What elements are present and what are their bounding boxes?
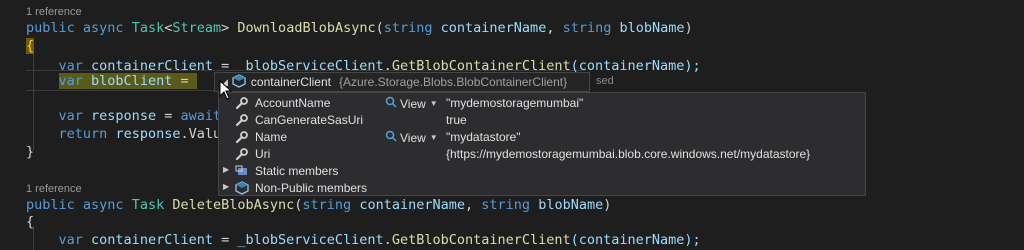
codelens-references[interactable]: 1 reference xyxy=(26,183,82,195)
datatip-variable-name: containerClient xyxy=(250,75,331,89)
member-value[interactable]: {https://mydemostoragemumbai.blob.core.w… xyxy=(446,147,810,161)
code-line-return[interactable]: return response.Valu xyxy=(26,126,222,143)
view-visualizer-button[interactable]: View ▼ xyxy=(385,96,438,111)
datatip-members-panel: AccountName View ▼ "mydemostoragemumbai" Can… xyxy=(218,92,866,196)
mouse-pointer-icon xyxy=(219,79,233,104)
datatip-header[interactable]: ◢ containerClient {Azure.Storage.Blobs.B… xyxy=(214,72,590,92)
datatip-member-row[interactable]: AccountName View ▼ "mydemostoragemumbai" xyxy=(219,95,865,112)
code-line-close-brace[interactable]: } xyxy=(26,144,34,161)
datatip-member-row[interactable]: ▶ Static members xyxy=(219,163,865,180)
datatip-variable-type: {Azure.Storage.Blobs.BlobContainerClient… xyxy=(338,75,568,89)
member-name: Name xyxy=(255,130,288,144)
datatip-member-row[interactable]: Name View ▼ "mydatastore" xyxy=(219,129,865,146)
chevron-down-icon[interactable]: ▼ xyxy=(430,133,438,142)
code-line-open-brace[interactable]: { xyxy=(26,214,34,231)
member-value[interactable]: "mydatastore" xyxy=(446,130,521,144)
static-members-icon xyxy=(235,164,249,181)
code-line-blob-client[interactable]: var blobClient = xyxy=(26,73,197,90)
member-name: CanGenerateSasUri xyxy=(255,113,364,127)
wrench-icon xyxy=(235,147,249,164)
member-value[interactable]: "mydemostoragemumbai" xyxy=(446,96,583,110)
non-public-members-icon xyxy=(235,181,249,198)
variable-object-icon xyxy=(232,73,246,91)
expand-arrow-icon[interactable]: ▶ xyxy=(223,165,229,174)
magnifier-icon xyxy=(385,130,397,145)
magnifier-icon xyxy=(385,96,397,111)
code-line-response[interactable]: var response = await xyxy=(26,108,222,125)
view-label: View xyxy=(400,130,426,145)
code-line-method-signature[interactable]: public async Task<Stream> DownloadBlobAs… xyxy=(26,20,693,37)
chevron-down-icon[interactable]: ▼ xyxy=(430,99,438,108)
wrench-icon xyxy=(235,113,249,130)
datatip-member-row[interactable]: ▶ Non-Public members xyxy=(219,180,865,197)
code-line-open-brace[interactable]: { xyxy=(26,38,35,55)
member-name: AccountName xyxy=(255,96,331,110)
member-name: Static members xyxy=(255,164,339,178)
member-name: Uri xyxy=(255,147,271,161)
wrench-icon xyxy=(235,130,249,147)
inline-hint-text: sed xyxy=(596,75,614,87)
member-value[interactable]: true xyxy=(446,113,467,127)
code-line-delete-signature[interactable]: public async Task DeleteBlobAsync(string… xyxy=(26,197,611,214)
datatip-member-row[interactable]: CanGenerateSasUri true xyxy=(219,112,865,129)
view-visualizer-button[interactable]: View ▼ xyxy=(385,130,438,145)
view-label: View xyxy=(400,96,426,111)
expand-arrow-icon[interactable]: ▶ xyxy=(223,182,229,191)
member-name: Non-Public members xyxy=(255,181,368,195)
codelens-references[interactable]: 1 reference xyxy=(26,6,82,18)
code-line-container-client[interactable]: var containerClient = _blobServiceClient… xyxy=(26,232,701,249)
datatip-member-row[interactable]: Uri {https://mydemostoragemumbai.blob.cor… xyxy=(219,146,865,163)
wrench-icon xyxy=(235,96,249,113)
